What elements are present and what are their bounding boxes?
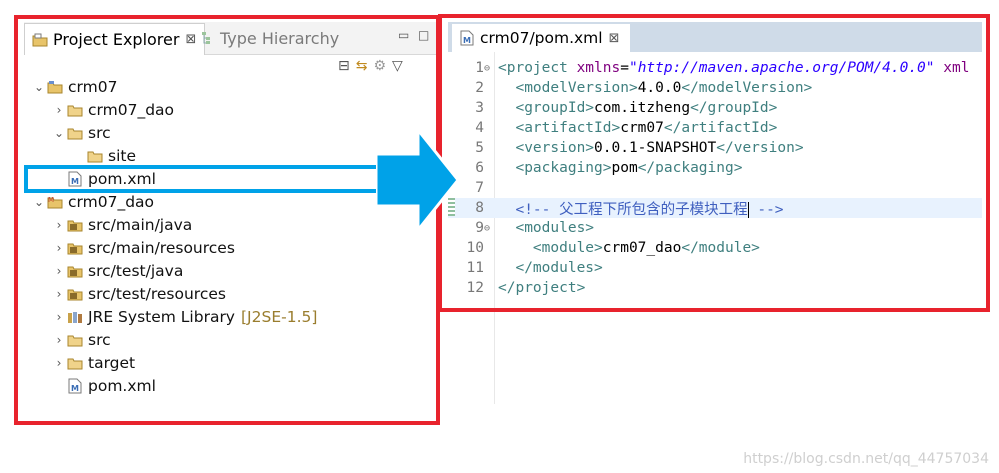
blue-selection-box (24, 165, 418, 193)
watermark: https://blog.csdn.net/qq_44757034 (743, 451, 989, 467)
red-highlight-box-editor (438, 14, 990, 312)
blue-arrow-icon (376, 130, 460, 230)
